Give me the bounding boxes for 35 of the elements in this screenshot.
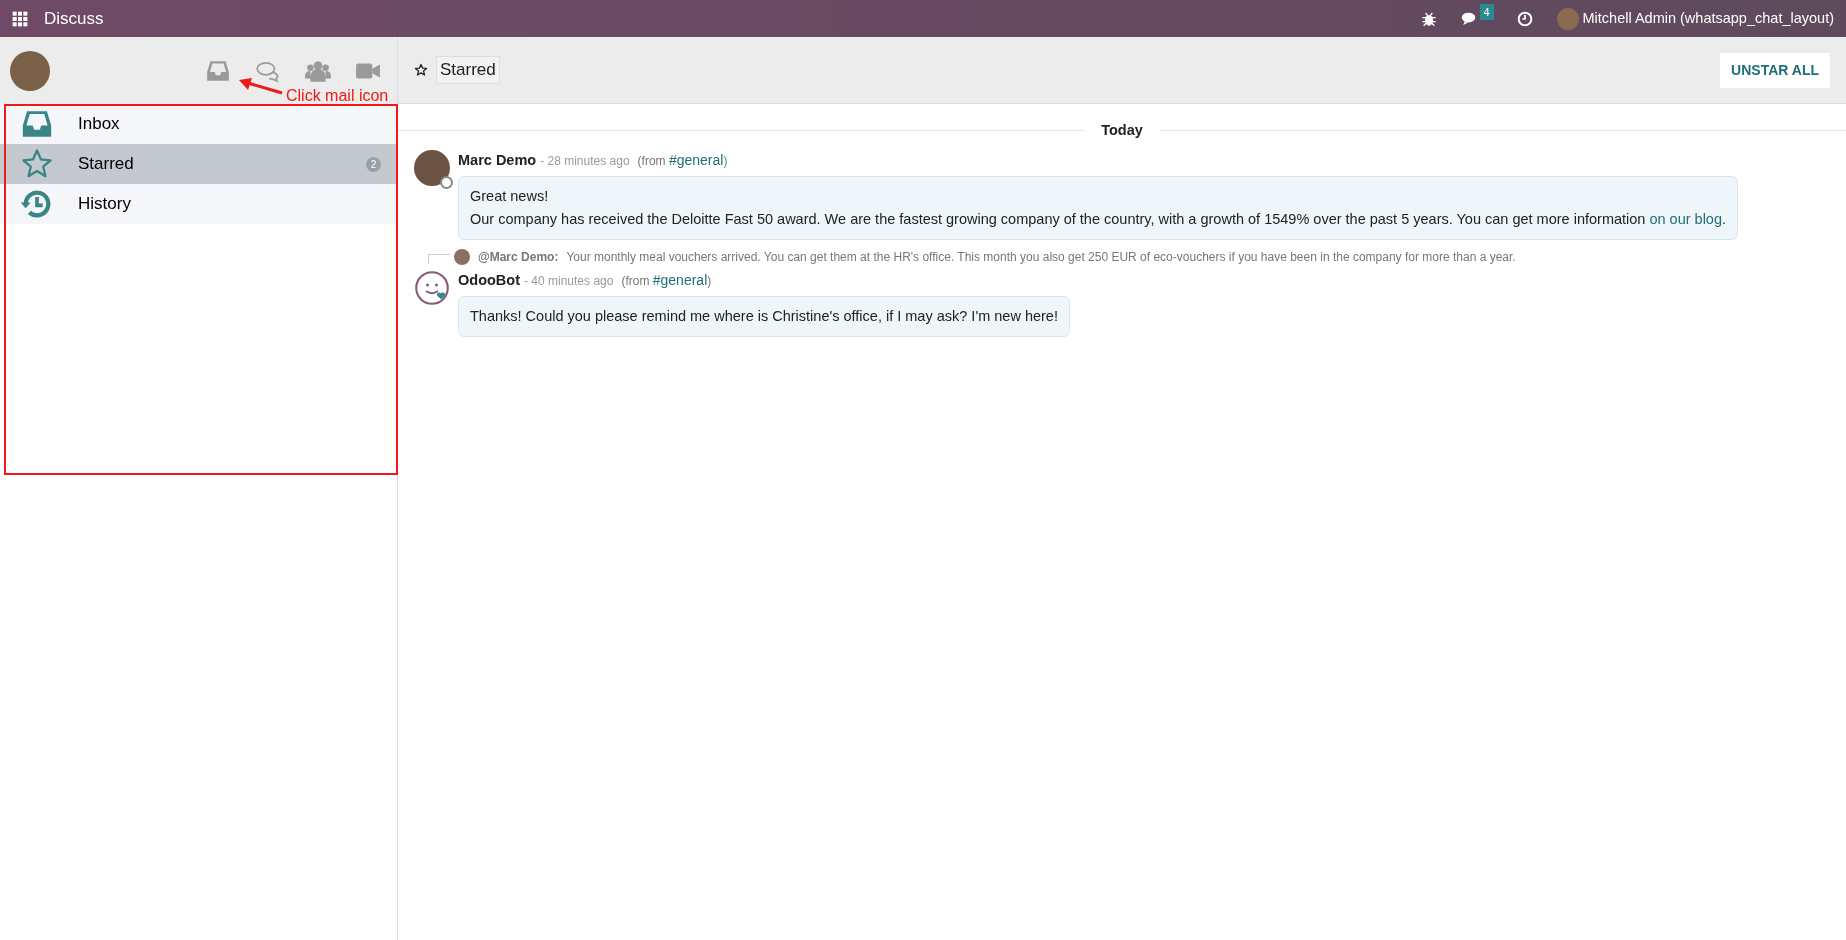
unread-counter: 2 [366, 156, 381, 172]
author-avatar[interactable] [414, 149, 450, 186]
message-time: - 40 minutes ago [524, 272, 614, 290]
bot-avatar[interactable] [414, 269, 450, 306]
app-name[interactable]: Discuss [44, 5, 104, 32]
reply-avatar [454, 248, 470, 265]
clock-icon[interactable] [1516, 10, 1533, 27]
blog-link[interactable]: on our blog [1649, 210, 1722, 227]
message-text: Our company has received the Deloitte Fast 50 award. We are the fastest growing company of the country, with a growth of 1549% over the past 5 years. You can get more information on our blog. [470, 209, 1727, 229]
annotation-arrow [239, 78, 283, 95]
annotation-label: Click mail icon [286, 86, 389, 106]
message-origin: (from #general) [621, 270, 712, 290]
thread-title: Starred [436, 56, 500, 84]
sidebar-item[interactable]: History [0, 184, 397, 224]
reply-connector [428, 253, 450, 264]
bug-icon[interactable] [1420, 10, 1437, 27]
offline-status-icon [440, 175, 453, 189]
unstar-all-button[interactable]: UNSTAR ALL [1720, 52, 1830, 88]
author-name[interactable]: Marc Demo [458, 149, 537, 172]
message-time: - 28 minutes ago [540, 152, 630, 170]
message-text: Great news! [470, 186, 550, 206]
star-icon[interactable] [414, 63, 428, 77]
apps-menu-icon[interactable] [12, 10, 28, 27]
notification-badge: 4 [1479, 3, 1494, 20]
sidebar-item[interactable]: Starred 2 [0, 144, 397, 184]
user-menu[interactable]: Mitchell Admin (whatsapp_chat_layout) [1582, 7, 1834, 30]
date-separator: Today [1100, 121, 1144, 140]
sidebar-item[interactable]: Inbox [0, 104, 397, 144]
message-origin: (from #general) [637, 150, 728, 170]
channel-link[interactable]: #general [652, 271, 708, 288]
user-avatar[interactable] [10, 50, 50, 91]
reply-preview[interactable]: @Marc Demo: Your monthly meal vouchers arrived. You can get them at the HR's office. This month you also get 250 EUR of eco-vouchers if you have been in the company for more than a year. [478, 247, 1516, 266]
author-name[interactable]: OdooBot [458, 269, 520, 292]
channel-link[interactable]: #general [668, 151, 724, 168]
message-text: Thanks! Could you please remind me where is Christine's office, if I may ask? I'm new here! [470, 306, 1058, 326]
